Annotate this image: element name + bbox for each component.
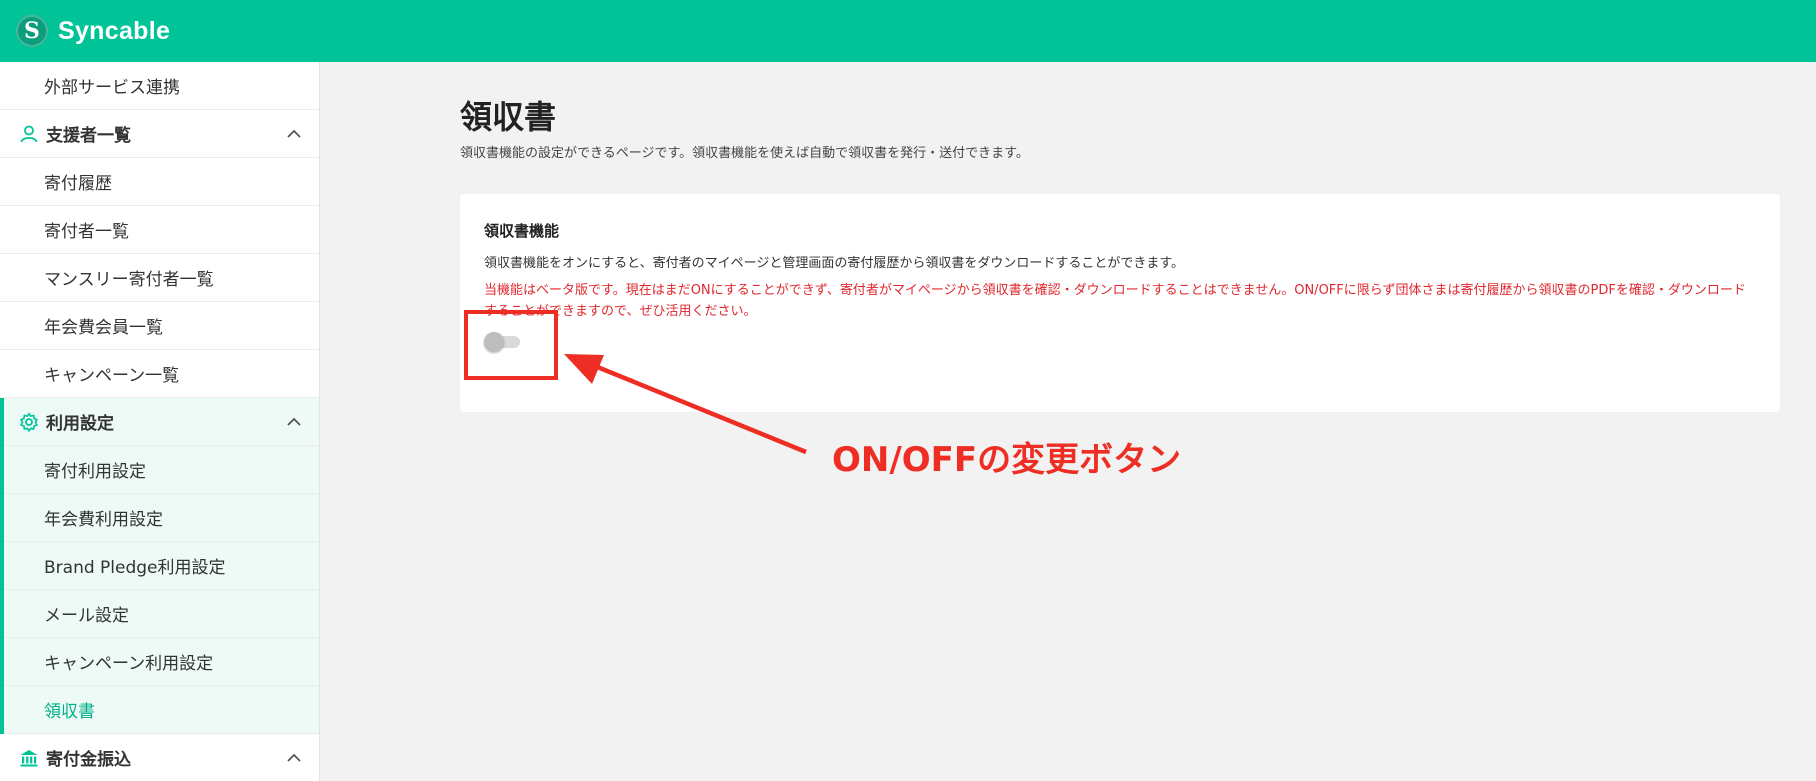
annotation-arrow: [564, 354, 807, 455]
annotation-label: ON/OFFの変更ボタン: [832, 440, 1182, 480]
